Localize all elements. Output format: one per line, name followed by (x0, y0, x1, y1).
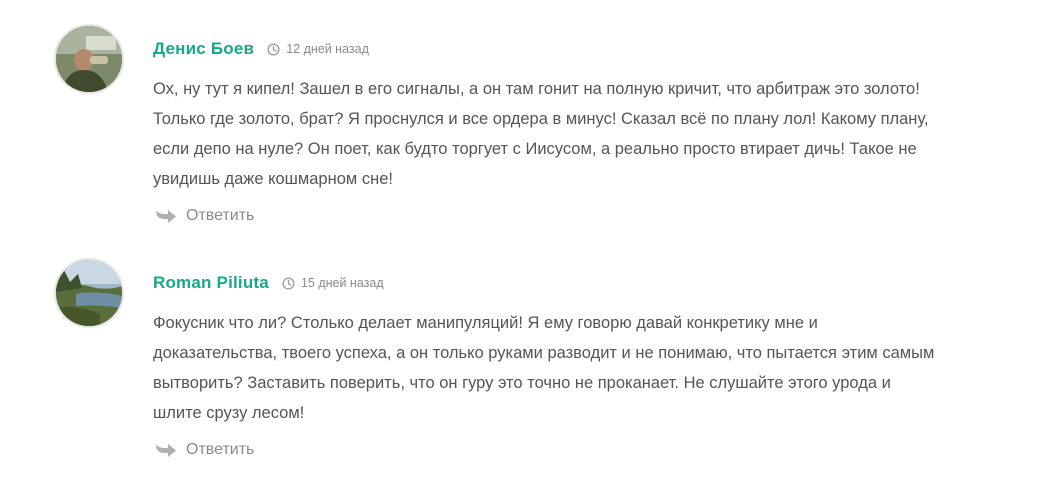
comment-meta: Денис Боев 12 дней назад (153, 38, 369, 60)
reply-arrow-icon (156, 210, 176, 223)
comment-meta: Roman Piliuta 15 дней назад (153, 272, 384, 294)
comment-text-line: если депо на нуле? Он поет, как будто то… (153, 140, 917, 158)
clock-icon (282, 276, 295, 290)
avatar[interactable] (54, 24, 124, 94)
clock-icon (267, 42, 280, 56)
reply-arrow-icon (156, 444, 176, 457)
reply-label: Ответить (186, 207, 255, 224)
reply-button[interactable]: Ответить (155, 439, 254, 461)
comment-text-line: увидишь даже кошмарном сне! (153, 170, 393, 188)
comment-date: 15 дней назад (300, 276, 384, 290)
comment-author[interactable]: Денис Боев (153, 39, 254, 59)
comment-text-line: Фокусник что ли? Столько делает манипуля… (153, 314, 818, 332)
comment-date: 12 дней назад (286, 42, 369, 56)
reply-button[interactable]: Ответить (155, 205, 254, 227)
avatar[interactable] (54, 258, 124, 328)
comment-text-line: Ох, ну тут я кипел! Зашел в его сигналы,… (153, 80, 920, 98)
reply-label: Ответить (186, 441, 255, 458)
avatar-photo (56, 26, 122, 92)
comment-text-line: шлите срузу лесом! (153, 404, 305, 422)
comment-text-line: доказательства, твоего успеха, а он толь… (153, 344, 935, 362)
comment-text: Ох, ну тут я кипел! Зашел в его сигналы,… (153, 74, 1003, 194)
avatar-photo (56, 260, 122, 326)
comments-page: { "comments": [ { "author": "Денис Боев"… (0, 0, 1058, 483)
comment-author[interactable]: Roman Piliuta (153, 273, 269, 293)
comment-text: Фокусник что ли? Столько делает манипуля… (153, 308, 1003, 428)
comment-text-line: вытворить? Заставить поверить, что он гу… (153, 374, 891, 392)
comment-text-line: Только где золото, брат? Я проснулся и в… (153, 110, 929, 128)
